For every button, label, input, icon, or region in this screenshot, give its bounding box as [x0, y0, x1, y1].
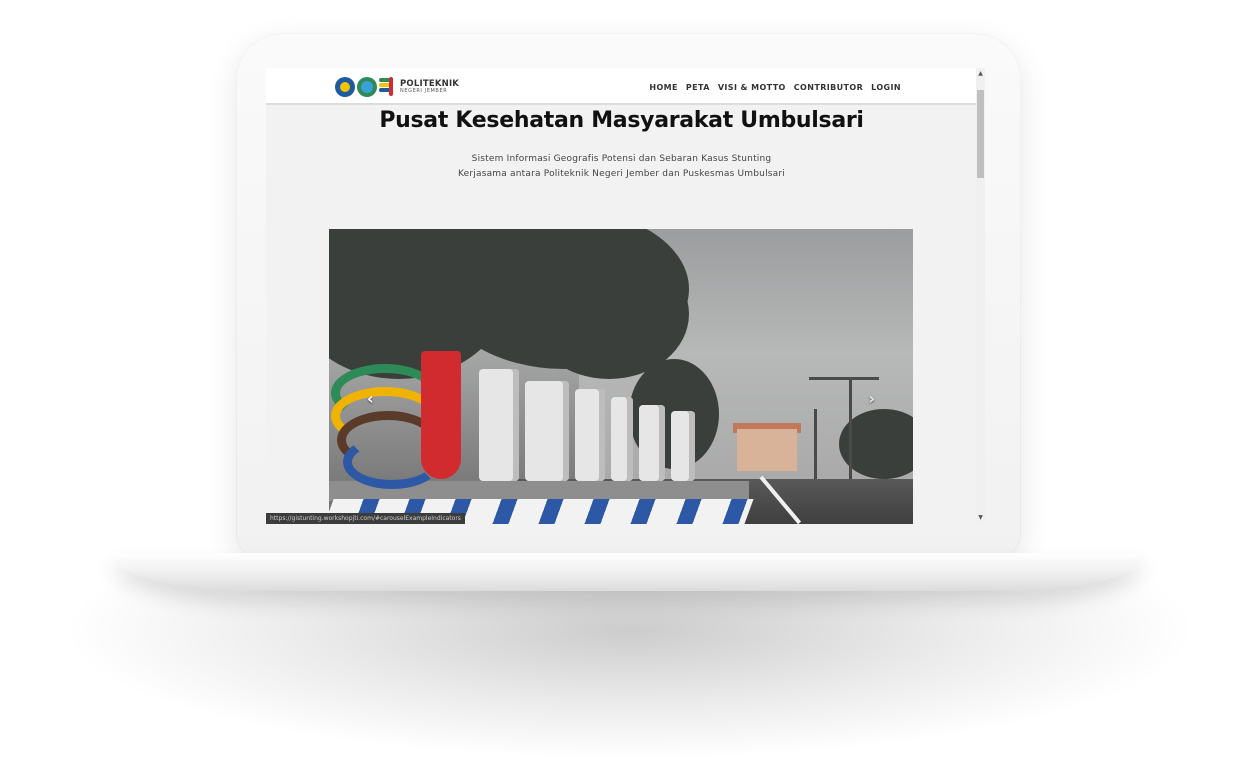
image-letter	[611, 397, 633, 481]
subtitle-line-2: Kerjasama antara Politeknik Negeri Jembe…	[458, 169, 785, 179]
scroll-down-arrow-icon[interactable]: ▼	[976, 512, 985, 524]
page-title: Pusat Kesehatan Masyarakat Umbulsari	[379, 108, 864, 133]
laptop-base	[112, 553, 1145, 591]
nav-contributor[interactable]: CONTRIBUTOR	[794, 83, 863, 92]
image-lamp-post	[814, 409, 817, 479]
image-lamp-post	[849, 379, 852, 479]
image-polije-letters	[479, 359, 701, 481]
brand-name: POLITEKNIK	[400, 78, 460, 89]
status-bar-url: https://gistunting.workshopjti.com/#caro…	[266, 513, 465, 524]
nav-login[interactable]: LOGIN	[871, 83, 901, 92]
tut-wuri-logo-icon	[335, 77, 355, 97]
subtitle-line-1: Sistem Informasi Geografis Potensi dan S…	[471, 154, 772, 164]
carousel-next-button[interactable]: ›	[868, 389, 875, 408]
image-logo-j	[421, 351, 461, 479]
brand-text: POLITEKNIK NEGERI JEMBER	[400, 80, 459, 95]
navbar: POLITEKNIK NEGERI JEMBER HOME PETA VISI …	[266, 68, 977, 105]
scroll-up-arrow-icon[interactable]: ▲	[976, 68, 985, 80]
regency-logo-icon	[357, 77, 377, 97]
image-lamp-arm	[809, 377, 879, 380]
image-letter	[479, 369, 519, 481]
image-letter	[575, 389, 605, 481]
image-building	[737, 429, 797, 471]
page-subtitle: Sistem Informasi Geografis Potensi dan S…	[266, 152, 977, 182]
image-letter	[639, 405, 665, 481]
hero-carousel[interactable]: ‹ ›	[329, 229, 913, 524]
main-nav: HOME PETA VISI & MOTTO CONTRIBUTOR LOGIN	[641, 83, 901, 92]
logo-group[interactable]: POLITEKNIK NEGERI JEMBER	[335, 76, 459, 98]
brand-subname: NEGERI JEMBER	[400, 88, 448, 95]
image-letter	[671, 411, 695, 481]
image-letter	[525, 381, 569, 481]
nav-home[interactable]: HOME	[649, 83, 678, 92]
nav-peta[interactable]: PETA	[686, 83, 710, 92]
carousel-prev-button[interactable]: ‹	[367, 389, 374, 408]
polije-logo-icon	[379, 76, 397, 98]
scroll-thumb[interactable]	[977, 90, 984, 178]
vertical-scrollbar[interactable]: ▲ ▼	[976, 68, 985, 524]
nav-visi-motto[interactable]: VISI & MOTTO	[718, 83, 786, 92]
browser-viewport: POLITEKNIK NEGERI JEMBER HOME PETA VISI …	[266, 68, 985, 524]
